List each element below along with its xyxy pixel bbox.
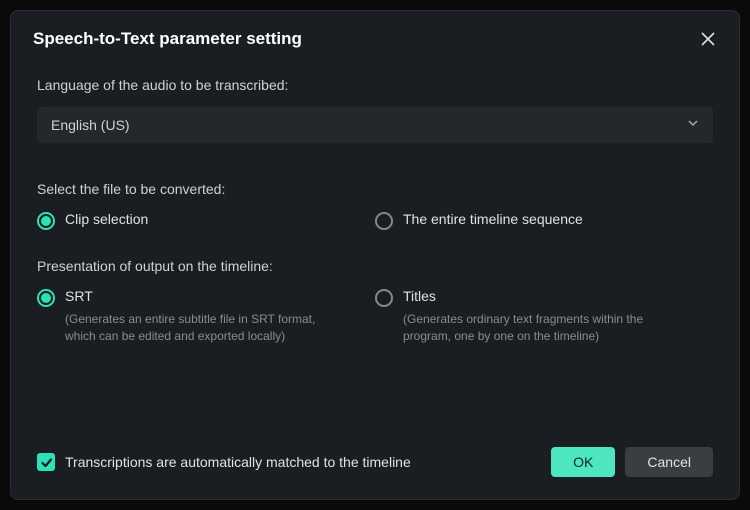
radio-clip-selection[interactable]: Clip selection xyxy=(37,211,375,230)
radio-entire-timeline[interactable]: The entire timeline sequence xyxy=(375,211,713,230)
language-select[interactable]: English (US) xyxy=(37,107,713,143)
radio-icon xyxy=(375,289,393,307)
auto-match-checkbox[interactable]: Transcriptions are automatically matched… xyxy=(37,453,411,471)
dialog-body: Language of the audio to be transcribed:… xyxy=(11,59,739,431)
radio-label: The entire timeline sequence xyxy=(403,211,583,227)
radio-label: Titles xyxy=(403,288,436,304)
radio-srt[interactable]: SRT xyxy=(37,288,375,307)
language-select-wrap: English (US) xyxy=(37,107,713,143)
titles-description: (Generates ordinary text fragments withi… xyxy=(403,311,683,346)
button-group: OK Cancel xyxy=(551,447,713,477)
dialog-title: Speech-to-Text parameter setting xyxy=(33,29,302,49)
srt-description: (Generates an entire subtitle file in SR… xyxy=(65,311,345,346)
language-label: Language of the audio to be transcribed: xyxy=(37,77,713,93)
close-icon[interactable] xyxy=(699,30,717,48)
radio-titles[interactable]: Titles xyxy=(375,288,713,307)
dialog-footer: Transcriptions are automatically matched… xyxy=(11,431,739,499)
presentation-label: Presentation of output on the timeline: xyxy=(37,258,713,274)
dialog-header: Speech-to-Text parameter setting xyxy=(11,11,739,59)
radio-icon xyxy=(37,212,55,230)
file-select-label: Select the file to be converted: xyxy=(37,181,713,197)
radio-icon xyxy=(37,289,55,307)
radio-label: SRT xyxy=(65,288,93,304)
ok-button[interactable]: OK xyxy=(551,447,615,477)
radio-label: Clip selection xyxy=(65,211,148,227)
presentation-group: SRT (Generates an entire subtitle file i… xyxy=(37,288,713,346)
radio-icon xyxy=(375,212,393,230)
file-select-group: Clip selection The entire timeline seque… xyxy=(37,211,713,230)
cancel-button[interactable]: Cancel xyxy=(625,447,713,477)
checkbox-icon xyxy=(37,453,55,471)
checkbox-label: Transcriptions are automatically matched… xyxy=(65,454,411,470)
stt-settings-dialog: Speech-to-Text parameter setting Languag… xyxy=(10,10,740,500)
